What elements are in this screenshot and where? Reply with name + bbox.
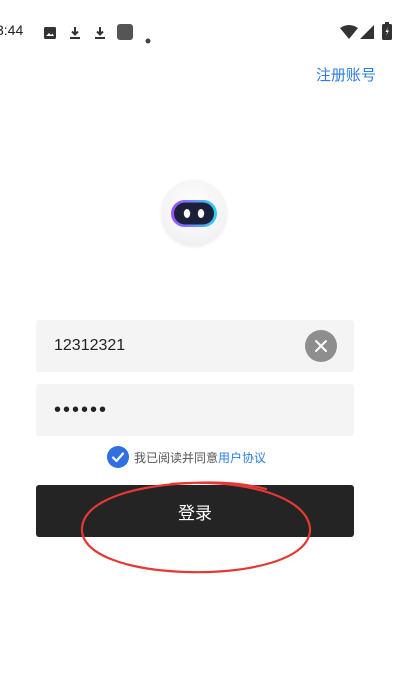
signal-icon — [360, 24, 374, 42]
password-field — [36, 384, 354, 436]
download-icon — [68, 25, 82, 39]
battery-icon — [382, 22, 392, 40]
download-icon — [93, 25, 107, 39]
dot-icon — [145, 29, 151, 44]
app-icon — [117, 24, 133, 40]
wifi-icon — [340, 24, 358, 42]
image-icon — [43, 25, 57, 39]
user-agreement-link[interactable]: 用户协议 — [218, 449, 266, 466]
agreement-row: 我已阅读并同意 用户协议 — [107, 446, 266, 468]
app-logo — [161, 180, 227, 246]
username-input[interactable] — [54, 320, 304, 372]
status-bar: 3:44 — [0, 0, 400, 64]
close-icon — [315, 340, 327, 352]
agreement-text: 我已阅读并同意 — [134, 450, 219, 465]
status-time: 3:44 — [0, 22, 24, 38]
robot-face-icon — [171, 200, 217, 227]
agreement-checkbox[interactable] — [107, 446, 129, 468]
login-screen: 3:44 — [0, 0, 400, 693]
password-input[interactable] — [54, 384, 304, 436]
username-field — [36, 320, 354, 372]
register-link[interactable]: 注册账号 — [316, 64, 376, 85]
check-icon — [111, 452, 125, 463]
login-button[interactable]: 登录 — [36, 485, 354, 537]
clear-button[interactable] — [305, 330, 337, 362]
